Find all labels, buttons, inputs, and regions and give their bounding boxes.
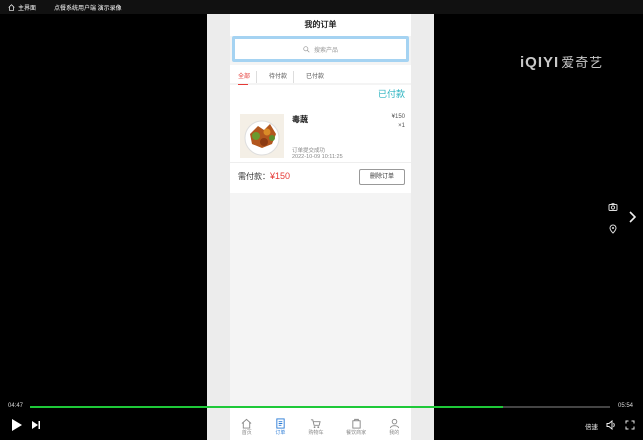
fullscreen-button[interactable] (625, 420, 635, 430)
product-price: ¥150 (391, 114, 405, 120)
chevron-right-icon[interactable] (627, 210, 637, 224)
payment-row: 需付款：¥150 删除订单 (230, 163, 411, 185)
phone-screen: 我的订单 搜索产品 全部 待付款 已付款 已付款 毒蔬 ¥150 ×1 订单提交… (207, 14, 434, 440)
order-card: 已付款 毒蔬 ¥150 ×1 订单提交成功 2022-10-09 10:11:2… (230, 85, 411, 193)
progress-bar[interactable] (30, 406, 610, 408)
fullscreen-icon (625, 420, 635, 430)
right-margin (411, 14, 434, 440)
delete-order-button[interactable]: 删除订单 (359, 169, 405, 185)
order-item[interactable]: 毒蔬 ¥150 ×1 订单提交成功 2022-10-09 10:11:25 (230, 106, 411, 163)
order-icon (276, 418, 285, 429)
volume-button[interactable] (606, 420, 617, 430)
video-title: 点餐系统用户端 演示录像 (54, 6, 122, 12)
bottom-nav: 首页 订单 购物车 餐饮商家 我的 (230, 408, 411, 440)
user-icon (389, 418, 399, 429)
player-logo: iQIYI 爱奇艺 (520, 52, 603, 71)
logo-latin: iQIYI (520, 54, 560, 71)
nav-item-shops[interactable]: 餐饮商家 (346, 418, 366, 436)
page-title: 我的订单 (230, 14, 411, 36)
left-margin (207, 14, 230, 440)
total-time: 05:54 (617, 403, 633, 409)
current-time: 04:47 (8, 403, 24, 409)
nav-label: 首页 (241, 430, 252, 436)
side-controls (608, 202, 618, 246)
nav-item-profile[interactable]: 我的 (389, 418, 400, 436)
nav-label: 餐饮商家 (346, 430, 367, 436)
order-message: 订单提交成功 (292, 148, 326, 154)
tab-paid[interactable]: 已付款 (304, 71, 330, 83)
home-label: 主界面 (18, 6, 37, 12)
speed-button[interactable]: 倍速 (585, 421, 598, 431)
cart-icon (311, 419, 322, 429)
nav-item-cart[interactable]: 购物车 (308, 418, 324, 436)
next-button[interactable] (31, 420, 41, 430)
home-button[interactable]: 主界面 (8, 3, 36, 12)
shop-icon (351, 418, 361, 429)
order-status: 已付款 (377, 89, 405, 99)
screenshot-icon[interactable] (608, 202, 618, 212)
pay-label-text: 需付款： (238, 172, 270, 181)
nav-label: 购物车 (308, 430, 324, 436)
nav-item-orders[interactable]: 订单 (275, 418, 286, 436)
payment-amount: ¥150 (270, 171, 291, 181)
nav-item-home[interactable]: 首页 (241, 418, 252, 436)
play-button[interactable] (9, 418, 23, 432)
logo-cn: 爱奇艺 (561, 55, 604, 70)
search-input[interactable]: 搜索产品 (232, 36, 409, 62)
payment-label: 需付款：¥150 (238, 171, 290, 182)
product-image (240, 114, 284, 158)
tab-all[interactable]: 全部 (236, 71, 258, 85)
nav-label: 我的 (389, 430, 400, 436)
search-placeholder: 搜索产品 (313, 47, 338, 54)
search-icon (303, 45, 310, 53)
tab-unpaid[interactable]: 待付款 (267, 71, 295, 83)
order-tabs: 全部 待付款 已付款 (230, 65, 411, 85)
orders-page: 我的订单 搜索产品 全部 待付款 已付款 已付款 毒蔬 ¥150 ×1 订单提交… (230, 14, 411, 440)
next-icon (32, 421, 40, 429)
home-icon (8, 4, 15, 11)
home-icon (241, 418, 252, 429)
volume-icon (606, 420, 615, 430)
product-name: 毒蔬 (292, 115, 308, 124)
product-quantity: ×1 (398, 123, 405, 129)
location-icon[interactable] (608, 224, 618, 234)
top-bar: 主界面 点餐系统用户端 演示录像 (0, 0, 643, 14)
nav-label: 订单 (275, 430, 286, 436)
play-icon (12, 419, 22, 431)
progress-fill (30, 406, 503, 408)
order-time: 2022-10-09 10:11:25 (292, 154, 343, 160)
